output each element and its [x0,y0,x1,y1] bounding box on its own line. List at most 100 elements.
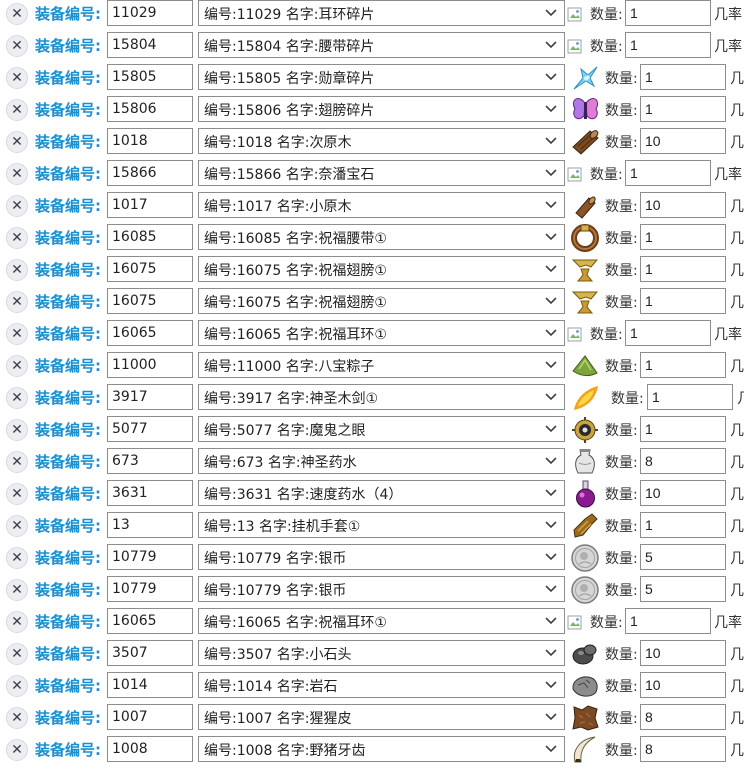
item-select[interactable]: 编号:16085 名字:祝福腰带① [198,224,565,250]
item-select[interactable]: 编号:10779 名字:银币 [198,576,565,602]
remove-row-button[interactable]: ✕ [6,419,28,441]
equip-id-input[interactable] [107,352,193,378]
quantity-input[interactable] [640,224,726,250]
remove-row-button[interactable]: ✕ [6,99,28,121]
item-select[interactable]: 编号:16075 名字:祝福翅膀① [198,288,565,314]
equip-id-input[interactable] [107,192,193,218]
quantity-input[interactable] [625,32,711,58]
equip-id-input[interactable] [107,480,193,506]
item-select[interactable]: 编号:15804 名字:腰带碎片 [198,32,565,58]
item-select[interactable]: 编号:1008 名字:野猪牙齿 [198,736,565,762]
remove-row-button[interactable]: ✕ [6,675,28,697]
item-select-value: 编号:11000 名字:八宝粽子 [204,359,375,375]
remove-row-button[interactable]: ✕ [6,195,28,217]
item-select[interactable]: 编号:16065 名字:祝福耳环① [198,608,565,634]
remove-row-button[interactable]: ✕ [6,291,28,313]
remove-row-button[interactable]: ✕ [6,3,28,25]
item-select[interactable]: 编号:11029 名字:耳环碎片 [198,0,565,26]
quantity-input[interactable] [640,672,726,698]
quantity-input[interactable] [640,480,726,506]
equip-id-input[interactable] [107,128,193,154]
drop-rate-label: 几率 [714,7,742,23]
equip-id-input[interactable] [107,64,193,90]
equip-id-input[interactable] [107,384,193,410]
quantity-input[interactable] [640,512,726,538]
item-select[interactable]: 编号:16065 名字:祝福耳环① [198,320,565,346]
item-select[interactable]: 编号:1017 名字:小原木 [198,192,565,218]
glove-icon [570,511,600,541]
remove-row-button[interactable]: ✕ [6,579,28,601]
equip-id-input[interactable] [107,160,193,186]
item-select[interactable]: 编号:5077 名字:魔鬼之眼 [198,416,565,442]
remove-row-button[interactable]: ✕ [6,707,28,729]
item-select[interactable]: 编号:13 名字:挂机手套① [198,512,565,538]
quantity-input[interactable] [640,704,726,730]
quantity-input[interactable] [647,384,733,410]
remove-row-button[interactable]: ✕ [6,611,28,633]
quantity-input[interactable] [625,608,711,634]
remove-row-button[interactable]: ✕ [6,323,28,345]
equip-id-input[interactable] [107,512,193,538]
quantity-input[interactable] [640,256,726,282]
item-select[interactable]: 编号:16075 名字:祝福翅膀① [198,256,565,282]
equip-id-input[interactable] [107,0,193,26]
quantity-input[interactable] [640,576,726,602]
quantity-input[interactable] [640,128,726,154]
quantity-input[interactable] [640,544,726,570]
quantity-input[interactable] [640,352,726,378]
remove-row-button[interactable]: ✕ [6,739,28,761]
quantity-input[interactable] [640,192,726,218]
remove-row-button[interactable]: ✕ [6,451,28,473]
equip-id-input[interactable] [107,448,193,474]
item-select[interactable]: 编号:15866 名字:奈潘宝石 [198,160,565,186]
item-select[interactable]: 编号:11000 名字:八宝粽子 [198,352,565,378]
item-select[interactable]: 编号:10779 名字:银币 [198,544,565,570]
quantity-input[interactable] [640,416,726,442]
equip-id-input[interactable] [107,288,193,314]
quantity-input[interactable] [625,160,711,186]
item-select[interactable]: 编号:3631 名字:速度药水（4） [198,480,565,506]
remove-row-button[interactable]: ✕ [6,483,28,505]
item-select[interactable]: 编号:3917 名字:神圣木剑① [198,384,565,410]
item-select[interactable]: 编号:3507 名字:小石头 [198,640,565,666]
remove-row-button[interactable]: ✕ [6,515,28,537]
remove-row-button[interactable]: ✕ [6,547,28,569]
equip-id-input[interactable] [107,544,193,570]
equip-id-input[interactable] [107,96,193,122]
remove-row-button[interactable]: ✕ [6,387,28,409]
item-select[interactable]: 编号:15806 名字:翅膀碎片 [198,96,565,122]
equip-id-input[interactable] [107,736,193,762]
equip-id-input[interactable] [107,576,193,602]
equip-id-input[interactable] [107,256,193,282]
equip-id-input[interactable] [107,224,193,250]
item-select[interactable]: 编号:1014 名字:岩石 [198,672,565,698]
item-select[interactable]: 编号:673 名字:神圣药水 [198,448,565,474]
quantity-input[interactable] [640,64,726,90]
equip-id-input[interactable] [107,640,193,666]
item-select[interactable]: 编号:1007 名字:猩猩皮 [198,704,565,730]
quantity-input[interactable] [640,288,726,314]
remove-row-button[interactable]: ✕ [6,35,28,57]
quantity-input[interactable] [625,0,711,26]
remove-row-button[interactable]: ✕ [6,163,28,185]
equip-id-input[interactable] [107,416,193,442]
equip-id-input[interactable] [107,672,193,698]
quantity-input[interactable] [640,736,726,762]
equip-id-input[interactable] [107,32,193,58]
quantity-input[interactable] [625,320,711,346]
item-select[interactable]: 编号:1018 名字:次原木 [198,128,565,154]
remove-row-button[interactable]: ✕ [6,131,28,153]
item-select[interactable]: 编号:15805 名字:勋章碎片 [198,64,565,90]
equip-id-input[interactable] [107,320,193,346]
equip-id-input[interactable] [107,704,193,730]
remove-row-button[interactable]: ✕ [6,355,28,377]
quantity-input[interactable] [640,448,726,474]
remove-row-button[interactable]: ✕ [6,259,28,281]
remove-row-button[interactable]: ✕ [6,643,28,665]
remove-row-button[interactable]: ✕ [6,227,28,249]
equip-id-input[interactable] [107,608,193,634]
quantity-input[interactable] [640,96,726,122]
quantity-input[interactable] [640,640,726,666]
chevron-down-icon [545,649,557,657]
remove-row-button[interactable]: ✕ [6,67,28,89]
